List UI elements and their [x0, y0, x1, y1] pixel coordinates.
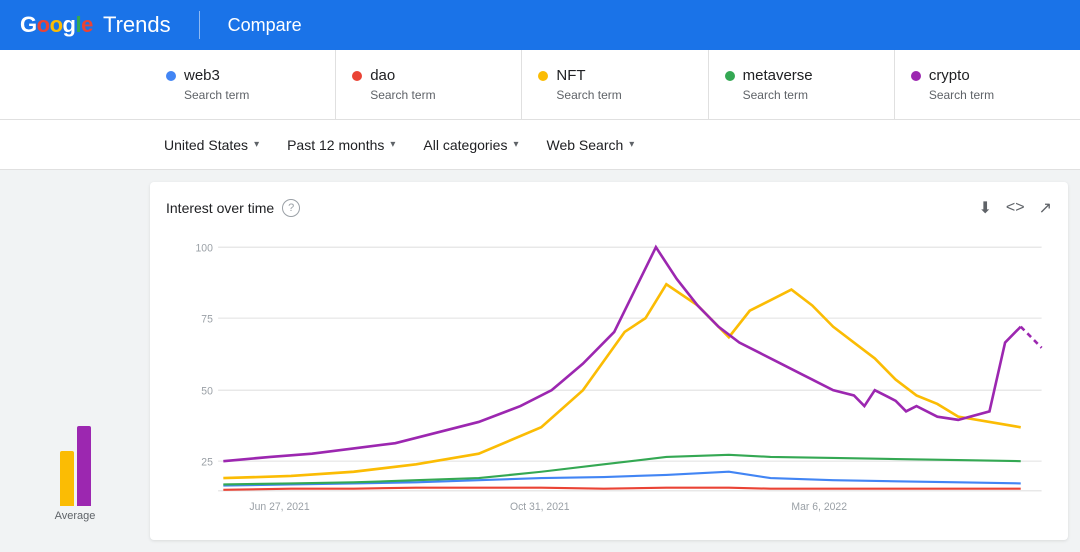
term-nft[interactable]: NFT Search term	[522, 50, 708, 119]
term-web3[interactable]: web3 Search term	[150, 50, 336, 119]
chart-header-row: Interest over time ? ⬇ <> ↗	[166, 198, 1052, 218]
category-filter[interactable]: All categories ▾	[409, 120, 532, 169]
term-type-dao: Search term	[352, 88, 505, 102]
main-content: Average Interest over time ? ⬇ <> ↗ 10	[0, 170, 1080, 552]
x-label-jun: Jun 27, 2021	[249, 501, 309, 512]
average-bars-container	[60, 426, 91, 506]
filters-bar: United States ▾ Past 12 months ▾ All cat…	[0, 120, 1080, 170]
region-label: United States	[164, 137, 248, 153]
term-label-web3: web3	[184, 67, 220, 84]
line-dao	[223, 488, 1020, 490]
google-logo-text: Google	[20, 12, 93, 38]
embed-icon[interactable]: <>	[1006, 199, 1025, 217]
term-dot-web3	[166, 71, 176, 81]
period-label: Past 12 months	[287, 137, 384, 153]
term-label-nft: NFT	[556, 67, 585, 84]
term-label-crypto: crypto	[929, 67, 970, 84]
term-dot-crypto	[911, 71, 921, 81]
period-filter[interactable]: Past 12 months ▾	[273, 120, 409, 169]
y-label-25: 25	[201, 456, 213, 468]
term-type-web3: Search term	[166, 88, 319, 102]
term-label-metaverse: metaverse	[743, 67, 813, 84]
search-type-chevron-icon: ▾	[629, 139, 634, 150]
x-label-mar: Mar 6, 2022	[791, 501, 847, 512]
category-label: All categories	[423, 137, 507, 153]
line-metaverse	[223, 455, 1020, 485]
header-divider	[199, 11, 200, 39]
search-terms-bar: web3 Search term dao Search term NFT Sea…	[0, 50, 1080, 120]
line-crypto	[223, 247, 1020, 461]
line-crypto-dashed	[1021, 327, 1042, 348]
search-type-filter[interactable]: Web Search ▾	[532, 120, 648, 169]
avg-bar-crypto	[77, 426, 91, 506]
trends-label: Trends	[97, 12, 171, 38]
chart-title: Interest over time	[166, 200, 274, 216]
period-chevron-icon: ▾	[390, 139, 395, 150]
chart-actions: ⬇ <> ↗	[979, 198, 1053, 218]
term-type-metaverse: Search term	[725, 88, 878, 102]
x-label-oct: Oct 31, 2021	[510, 501, 570, 512]
region-chevron-icon: ▾	[254, 139, 259, 150]
term-dao[interactable]: dao Search term	[336, 50, 522, 119]
term-label-dao: dao	[370, 67, 395, 84]
term-dot-nft	[538, 71, 548, 81]
page-title: Compare	[228, 15, 302, 36]
term-dot-metaverse	[725, 71, 735, 81]
region-filter[interactable]: United States ▾	[150, 120, 273, 169]
help-icon[interactable]: ?	[282, 199, 300, 217]
chart-area: Interest over time ? ⬇ <> ↗ 100 75 50 25	[150, 182, 1068, 540]
search-type-label: Web Search	[546, 137, 623, 153]
term-metaverse[interactable]: metaverse Search term	[709, 50, 895, 119]
term-dot-dao	[352, 71, 362, 81]
term-type-nft: Search term	[538, 88, 691, 102]
terms-bar-spacer	[0, 50, 150, 119]
left-sidebar: Average	[0, 170, 150, 552]
y-label-100: 100	[196, 242, 214, 254]
category-chevron-icon: ▾	[513, 139, 518, 150]
y-label-75: 75	[201, 313, 213, 325]
app-header: Google Trends Compare	[0, 0, 1080, 50]
term-crypto[interactable]: crypto Search term	[895, 50, 1080, 119]
chart-title-left: Interest over time ?	[166, 199, 300, 217]
share-icon[interactable]: ↗	[1039, 198, 1052, 218]
y-label-50: 50	[201, 385, 213, 397]
trend-chart: 100 75 50 25 Jun 27, 2021 Oct 31, 2021 M…	[166, 226, 1052, 512]
avg-bar-nft	[60, 451, 74, 506]
term-type-crypto: Search term	[911, 88, 1064, 102]
download-icon[interactable]: ⬇	[979, 198, 992, 218]
google-trends-logo: Google Trends	[20, 12, 171, 38]
average-label: Average	[55, 510, 96, 522]
